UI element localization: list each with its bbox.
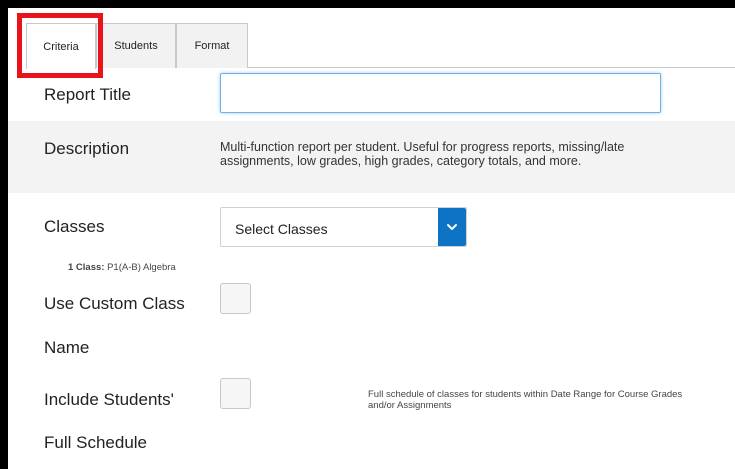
chevron-down-icon[interactable]: [438, 208, 466, 246]
classes-select[interactable]: Select Classes: [220, 207, 467, 247]
full-schedule-label-line2: Full Schedule: [44, 433, 148, 452]
classes-caption-count: 1 Class:: [68, 262, 105, 273]
custom-class-name-checkbox[interactable]: [220, 283, 251, 314]
classes-select-value: Select Classes: [235, 221, 328, 237]
tab-bar: Criteria Students Format: [8, 8, 735, 69]
report-title-row: Report Title: [8, 68, 735, 122]
report-title-input[interactable]: [220, 73, 661, 113]
report-criteria-page: Criteria Students Format Report Title De…: [8, 8, 735, 469]
tab-format[interactable]: Format: [176, 23, 248, 68]
classes-caption: 1 Class: P1(A-B) Algebra: [68, 262, 176, 273]
description-text: Multi-function report per student. Usefu…: [220, 140, 625, 168]
classes-label: Classes: [44, 217, 105, 236]
full-schedule-label-line1: Include Students': [44, 390, 174, 409]
description-label: Description: [44, 139, 130, 158]
full-schedule-checkbox[interactable]: [220, 378, 251, 409]
report-title-label: Report Title: [44, 85, 131, 104]
full-schedule-note: Full schedule of classes for students wi…: [368, 389, 683, 411]
description-row: Description Multi-function report per st…: [8, 121, 735, 193]
tab-students[interactable]: Students: [96, 23, 176, 68]
classes-caption-value: P1(A-B) Algebra: [107, 262, 176, 273]
custom-class-name-label-line1: Use Custom Class: [44, 294, 185, 313]
custom-class-name-label-line2: Name: [44, 338, 90, 357]
